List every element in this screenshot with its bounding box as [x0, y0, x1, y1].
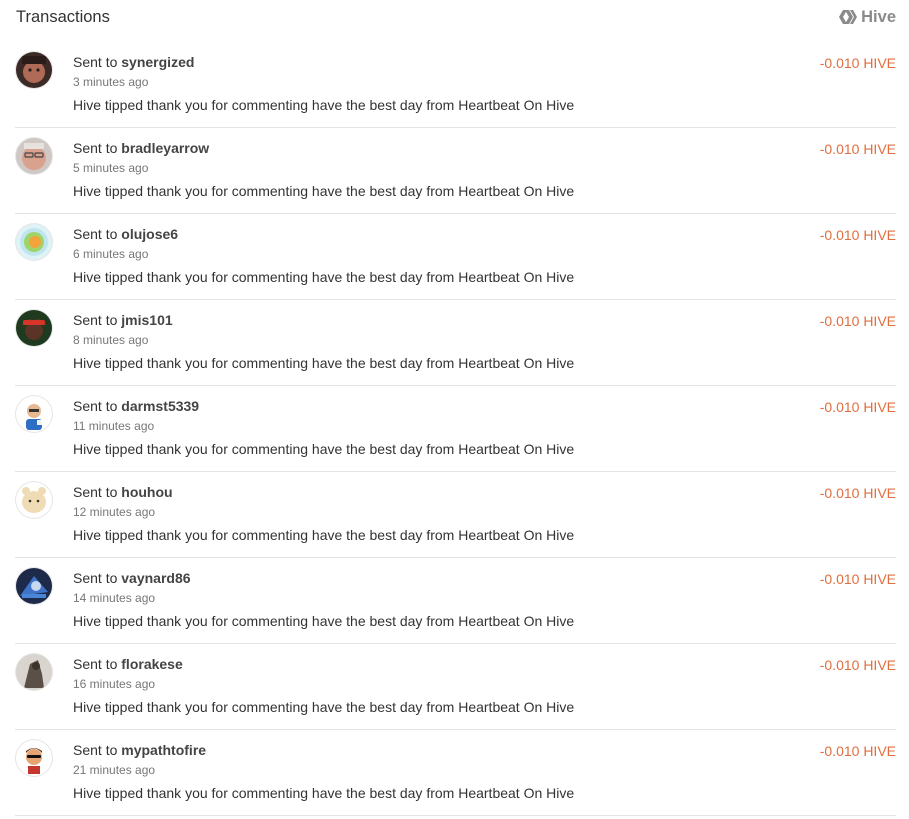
transaction-row: Sent to jmis101 8 minutes ago Hive tippe… — [15, 300, 896, 386]
recipient-link[interactable]: mypathtofire — [121, 742, 206, 758]
recipient-link[interactable]: darmst5339 — [121, 398, 199, 414]
transaction-memo: Hive tipped thank you for commenting hav… — [73, 613, 575, 629]
transaction-title: Sent to synergized — [73, 52, 194, 72]
page-title: Transactions — [16, 8, 110, 26]
transaction-amount: -0.010 HIVE — [819, 313, 896, 329]
transaction-time: 6 minutes ago — [73, 247, 149, 261]
recipient-link[interactable]: houhou — [121, 484, 172, 500]
transaction-row: Sent to synergized 3 minutes ago Hive ti… — [15, 42, 896, 128]
recipient-link[interactable]: bradleyarrow — [121, 140, 209, 156]
transaction-time: 12 minutes ago — [73, 505, 156, 519]
transaction-prefix: Sent to — [73, 398, 118, 414]
avatar[interactable] — [16, 482, 52, 518]
transaction-prefix: Sent to — [73, 484, 118, 500]
transaction-amount: -0.010 HIVE — [819, 743, 896, 759]
transaction-memo: Hive tipped thank you for commenting hav… — [73, 785, 575, 801]
avatar[interactable] — [16, 654, 52, 690]
recipient-link[interactable]: olujose6 — [121, 226, 178, 242]
transaction-time: 14 minutes ago — [73, 591, 156, 605]
transaction-title: Sent to vaynard86 — [73, 568, 191, 588]
transaction-prefix: Sent to — [73, 742, 118, 758]
avatar[interactable] — [16, 224, 52, 260]
transaction-title: Sent to jmis101 — [73, 310, 173, 330]
hive-brand-label: Hive — [861, 8, 896, 26]
transaction-title: Sent to mypathtofire — [73, 740, 206, 760]
transaction-row: Sent to vaynard86 14 minutes ago Hive ti… — [15, 558, 896, 644]
transaction-prefix: Sent to — [73, 656, 118, 672]
transaction-memo: Hive tipped thank you for commenting hav… — [73, 441, 575, 457]
transaction-row: Sent to darmst5339 11 minutes ago Hive t… — [15, 386, 896, 472]
transaction-prefix: Sent to — [73, 226, 118, 242]
transaction-memo: Hive tipped thank you for commenting hav… — [73, 699, 575, 715]
avatar[interactable] — [16, 396, 52, 432]
transaction-amount: -0.010 HIVE — [819, 657, 896, 673]
transaction-row: Sent to olujose6 6 minutes ago Hive tipp… — [15, 214, 896, 300]
recipient-link[interactable]: synergized — [121, 54, 194, 70]
transaction-row: Sent to houhou 12 minutes ago Hive tippe… — [15, 472, 896, 558]
transaction-memo: Hive tipped thank you for commenting hav… — [73, 97, 575, 113]
avatar[interactable] — [16, 138, 52, 174]
transactions-header: Transactions Hive — [16, 6, 896, 28]
transaction-prefix: Sent to — [73, 312, 118, 328]
transaction-amount: -0.010 HIVE — [819, 141, 896, 157]
transaction-time: 5 minutes ago — [73, 161, 149, 175]
transaction-time: 11 minutes ago — [73, 419, 155, 433]
transaction-title: Sent to olujose6 — [73, 224, 178, 244]
transaction-time: 8 minutes ago — [73, 333, 149, 347]
transaction-prefix: Sent to — [73, 570, 118, 586]
transaction-prefix: Sent to — [73, 54, 118, 70]
transaction-time: 21 minutes ago — [73, 763, 156, 777]
avatar[interactable] — [16, 52, 52, 88]
recipient-link[interactable]: vaynard86 — [121, 570, 190, 586]
transaction-row: Sent to mypathtofire 21 minutes ago Hive… — [15, 730, 896, 816]
transaction-time: 16 minutes ago — [73, 677, 156, 691]
transaction-memo: Hive tipped thank you for commenting hav… — [73, 527, 575, 543]
transaction-prefix: Sent to — [73, 140, 118, 156]
transaction-time: 3 minutes ago — [73, 75, 149, 89]
transaction-memo: Hive tipped thank you for commenting hav… — [73, 183, 575, 199]
avatar[interactable] — [16, 740, 52, 776]
transaction-title: Sent to darmst5339 — [73, 396, 199, 416]
transaction-amount: -0.010 HIVE — [819, 55, 896, 71]
hive-logo-icon — [839, 9, 858, 25]
transaction-row: Sent to florakese 16 minutes ago Hive ti… — [15, 644, 896, 730]
transaction-title: Sent to bradleyarrow — [73, 138, 209, 158]
transaction-amount: -0.010 HIVE — [819, 485, 896, 501]
transaction-memo: Hive tipped thank you for commenting hav… — [73, 355, 575, 371]
transaction-amount: -0.010 HIVE — [819, 571, 896, 587]
transaction-amount: -0.010 HIVE — [819, 399, 896, 415]
avatar[interactable] — [16, 310, 52, 346]
transaction-row: Sent to bradleyarrow 5 minutes ago Hive … — [15, 128, 896, 214]
recipient-link[interactable]: jmis101 — [121, 312, 172, 328]
transaction-title: Sent to houhou — [73, 482, 173, 502]
hive-brand-link[interactable]: Hive — [839, 6, 896, 28]
transaction-memo: Hive tipped thank you for commenting hav… — [73, 269, 575, 285]
transaction-amount: -0.010 HIVE — [819, 227, 896, 243]
avatar[interactable] — [16, 568, 52, 604]
transaction-list: Sent to synergized 3 minutes ago Hive ti… — [15, 42, 896, 816]
recipient-link[interactable]: florakese — [121, 656, 182, 672]
transaction-title: Sent to florakese — [73, 654, 183, 674]
